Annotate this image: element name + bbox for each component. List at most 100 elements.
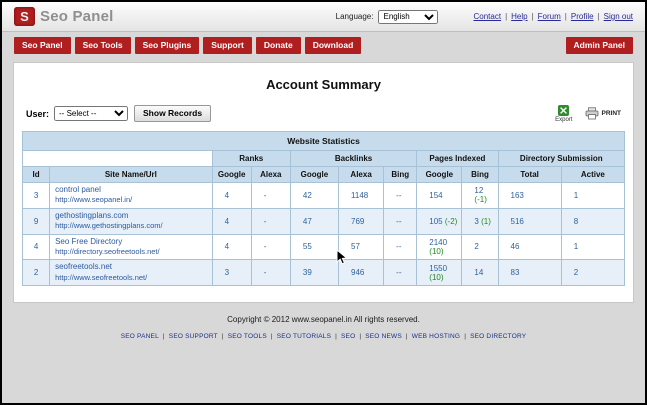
pages-google-value: 154	[429, 190, 443, 200]
group-header-row: Ranks Backlinks Pages Indexed Directory …	[22, 150, 626, 167]
pages-google-value: 2140	[429, 237, 448, 247]
cell-rank-alexa: -	[250, 259, 291, 287]
pages-bing-value: 3	[474, 216, 479, 226]
separator: |	[564, 12, 567, 21]
footer-link[interactable]: SEO NEWS	[365, 333, 402, 340]
nav-tab[interactable]: Download	[304, 37, 362, 54]
cell-backlinks-alexa: 1148	[338, 182, 385, 209]
print-control[interactable]: PRINT	[585, 107, 622, 120]
separator: |	[221, 333, 224, 341]
cell-backlinks-bing: --	[383, 233, 418, 261]
cell-pages-bing: 12 (-1)	[461, 182, 499, 209]
page-title: Account Summary	[266, 77, 381, 92]
col-pages-bing: Bing	[461, 166, 499, 183]
separator: |	[405, 333, 408, 341]
top-link[interactable]: Help	[511, 12, 527, 21]
table-row: 3 control panel http://www.seopanel.in/ …	[21, 182, 626, 209]
print-label: PRINT	[601, 110, 622, 117]
cell-dir-active: 2	[560, 259, 626, 287]
site-name-link[interactable]: seofreetools.net	[55, 262, 112, 271]
nav-tab[interactable]: Seo Panel	[14, 37, 71, 54]
footer-link[interactable]: SEO DIRECTORY	[470, 333, 526, 340]
cell-pages-bing: 3 (1)	[461, 207, 499, 235]
cell-dir-active: 1	[560, 182, 626, 209]
pages-google-value: 105	[429, 216, 443, 226]
footer-link[interactable]: SEO TOOLS	[228, 333, 267, 340]
user-select[interactable]: -- Select --	[54, 106, 129, 121]
cell-backlinks-google: 42	[289, 182, 340, 209]
column-header-row: Id Site Name/Url Google Alexa Google Ale…	[21, 166, 626, 183]
pages-bing-value: 2	[474, 242, 479, 252]
site-name-link[interactable]: gethostingplans.com	[55, 211, 128, 220]
col-ranks-google: Google	[211, 166, 252, 183]
cell-id: 2	[21, 259, 51, 287]
pages-bing-value: 14	[474, 268, 484, 278]
cell-backlinks-google: 47	[289, 207, 340, 235]
separator: |	[505, 12, 508, 21]
separator: |	[531, 12, 534, 21]
cell-backlinks-alexa: 769	[338, 207, 385, 235]
cell-site: control panel http://www.seopanel.in/	[49, 182, 213, 209]
site-url-link[interactable]: http://www.seofreetools.net/	[55, 273, 147, 282]
nav-tab[interactable]: Donate	[255, 37, 301, 54]
group-pages-indexed: Pages Indexed	[416, 150, 499, 167]
col-pages-google: Google	[416, 166, 463, 183]
footer-link[interactable]: SEO TUTORIALS	[277, 333, 331, 340]
separator: |	[162, 333, 165, 341]
cell-id: 9	[21, 207, 51, 235]
footer-link[interactable]: SEO SUPPORT	[169, 333, 218, 340]
nav-tab[interactable]: Support	[203, 37, 252, 54]
pages-bing-value: 12	[474, 186, 484, 196]
site-name-link[interactable]: Seo Free Directory	[55, 237, 122, 246]
site-name-link[interactable]: control panel	[55, 185, 101, 194]
group-directory-submission: Directory Submission	[497, 150, 626, 167]
col-site-name-url: Site Name/Url	[49, 166, 213, 183]
content-panel: Account Summary User: -- Select -- Show …	[13, 62, 634, 304]
group-backlinks: Backlinks	[289, 150, 418, 167]
cell-backlinks-bing: --	[383, 207, 418, 235]
footer-link[interactable]: WEB HOSTING	[412, 333, 460, 340]
separator: |	[464, 333, 467, 341]
pages-google-value: 1550	[429, 263, 448, 273]
col-backlinks-bing: Bing	[383, 166, 418, 183]
nav-tab[interactable]: Seo Tools	[74, 37, 131, 54]
cell-site: seofreetools.net http://www.seofreetools…	[49, 259, 213, 287]
cell-pages-google: 105 (-2)	[416, 207, 463, 235]
col-id: Id	[21, 166, 51, 183]
top-link[interactable]: Sign out	[604, 12, 633, 21]
admin-panel-button[interactable]: Admin Panel	[565, 37, 633, 54]
nav-tab[interactable]: Seo Plugins	[134, 37, 200, 54]
cell-pages-google: 1550 (10)	[416, 259, 463, 287]
table-title: Website Statistics	[22, 131, 625, 151]
top-header: S Seo Panel Language: English Contact | …	[2, 2, 645, 32]
site-url-link[interactable]: http://www.seopanel.in/	[55, 195, 132, 204]
footer-link[interactable]: SEO PANEL	[121, 333, 159, 340]
controls-row: User: -- Select -- Show Records Export P…	[22, 104, 625, 123]
app-title: Seo Panel	[40, 8, 114, 25]
pages-google-diff: (10)	[429, 272, 444, 282]
site-url-link[interactable]: http://www.gethostingplans.com/	[55, 221, 163, 230]
print-icon	[585, 107, 598, 120]
top-link[interactable]: Forum	[538, 12, 561, 21]
site-url-link[interactable]: http://directory.seofreetools.net/	[55, 247, 160, 256]
footer-link[interactable]: SEO	[341, 333, 355, 340]
show-records-button[interactable]: Show Records	[134, 105, 212, 122]
copyright-text: Copyright © 2012 www.seopanel.in All rig…	[227, 315, 420, 325]
top-links: Contact | Help | Forum | Profile | Sign …	[473, 12, 633, 21]
cell-rank-alexa: -	[250, 233, 291, 261]
main-nav: Seo Panel Seo Tools Seo Plugins Support …	[2, 32, 645, 57]
top-link[interactable]: Profile	[571, 12, 594, 21]
mouse-cursor	[336, 249, 348, 265]
col-backlinks-google: Google	[289, 166, 340, 183]
cell-dir-total: 516	[497, 207, 562, 235]
cell-rank-google: 4	[211, 182, 252, 209]
brand[interactable]: S Seo Panel	[14, 7, 114, 26]
footer-links: SEO PANEL | SEO SUPPORT | SEO TOOLS | SE…	[2, 333, 645, 340]
cell-rank-google: 4	[211, 233, 252, 261]
pages-google-diff: (10)	[429, 246, 444, 256]
col-dir-active: Active	[560, 166, 626, 183]
language-select[interactable]: English	[378, 9, 439, 24]
top-link[interactable]: Contact	[473, 12, 501, 21]
export-control[interactable]: Export	[555, 104, 573, 123]
seo-panel-page: S Seo Panel Language: English Contact | …	[0, 0, 647, 405]
